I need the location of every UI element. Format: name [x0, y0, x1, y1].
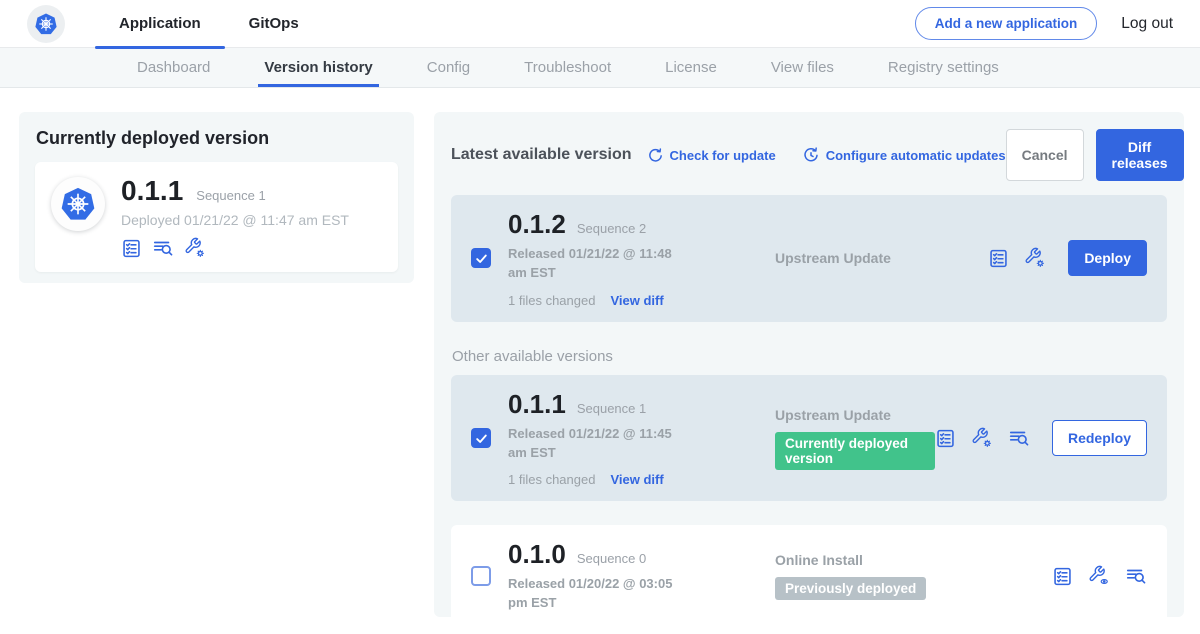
kubernetes-logo-icon: [27, 5, 65, 43]
version-checkbox[interactable]: [471, 566, 491, 586]
wrench-gear-icon[interactable]: [184, 237, 206, 259]
configure-auto-updates-link[interactable]: Configure automatic updates: [802, 146, 1006, 164]
subnav-item-troubleshoot[interactable]: Troubleshoot: [524, 48, 611, 87]
latest-available-title: Latest available version: [451, 146, 632, 164]
previously-deployed-badge: Previously deployed: [775, 577, 926, 600]
released-date: Released 01/21/22 @ 11:48 am EST: [508, 245, 686, 283]
logs-magnifier-icon[interactable]: [152, 237, 174, 259]
wrench-eye-icon[interactable]: [1088, 565, 1110, 587]
version-card-0-1-2: 0.1.2 Sequence 2 Released 01/21/22 @ 11:…: [451, 195, 1167, 322]
version-card-0-1-1: 0.1.1 Sequence 1 Released 01/21/22 @ 11:…: [451, 375, 1167, 502]
version-card-0-1-0: 0.1.0 Sequence 0 Released 01/20/22 @ 03:…: [451, 525, 1167, 627]
wrench-gear-icon[interactable]: [971, 427, 993, 449]
version-number: 0.1.0: [508, 539, 566, 570]
check-for-update-link[interactable]: Check for update: [647, 147, 776, 164]
app-icon: [51, 177, 105, 231]
version-source-label: Upstream Update: [775, 407, 935, 423]
deployed-date: Deployed 01/21/22 @ 11:47 am EST: [121, 212, 349, 228]
sequence-label: Sequence 1: [577, 401, 646, 416]
add-application-button[interactable]: Add a new application: [915, 7, 1098, 40]
subnav-item-registry-settings[interactable]: Registry settings: [888, 48, 999, 87]
logout-button[interactable]: Log out: [1121, 15, 1173, 33]
deployed-version-number: 0.1.1: [121, 175, 183, 207]
currently-deployed-badge: Currently deployed version: [775, 432, 935, 470]
files-changed-label: 1 files changed: [508, 293, 595, 308]
refresh-icon: [647, 147, 664, 164]
logs-magnifier-icon[interactable]: [1008, 427, 1030, 449]
checklist-icon[interactable]: [1052, 566, 1073, 587]
subnav-item-license[interactable]: License: [665, 48, 717, 87]
diff-releases-button[interactable]: Diff releases: [1096, 129, 1184, 181]
released-date: Released 01/20/22 @ 03:05 pm EST: [508, 575, 686, 613]
subnav-item-version-history[interactable]: Version history: [264, 48, 372, 87]
currently-deployed-panel: Currently deployed version 0: [19, 112, 414, 283]
deployed-version-card: 0.1.1 Sequence 1 Deployed 01/21/22 @ 11:…: [35, 162, 398, 272]
tab-gitops[interactable]: GitOps: [225, 0, 323, 48]
version-source-label: Upstream Update: [775, 250, 988, 266]
logs-magnifier-icon[interactable]: [1125, 565, 1147, 587]
version-checkbox[interactable]: [471, 428, 491, 448]
available-versions-panel: Latest available version Check for updat…: [434, 112, 1184, 617]
clock-refresh-icon: [802, 146, 820, 164]
checklist-icon[interactable]: [935, 428, 956, 449]
sequence-label: Sequence 2: [577, 221, 646, 236]
version-number: 0.1.2: [508, 209, 566, 240]
deploy-button[interactable]: Deploy: [1068, 240, 1147, 276]
deployed-sequence-label: Sequence 1: [196, 188, 265, 203]
tab-application[interactable]: Application: [95, 0, 225, 48]
sequence-label: Sequence 0: [577, 551, 646, 566]
view-diff-link[interactable]: View diff: [610, 293, 663, 308]
redeploy-button[interactable]: Redeploy: [1052, 420, 1147, 456]
view-diff-link[interactable]: View diff: [610, 472, 663, 487]
subnav-item-view-files[interactable]: View files: [771, 48, 834, 87]
wrench-gear-icon[interactable]: [1024, 247, 1046, 269]
version-checkbox[interactable]: [471, 248, 491, 268]
subnav-item-config[interactable]: Config: [427, 48, 470, 87]
files-changed-label: 1 files changed: [508, 472, 595, 487]
other-versions-title: Other available versions: [452, 348, 1167, 365]
released-date: Released 01/21/22 @ 11:45 am EST: [508, 425, 686, 463]
subnav-item-dashboard[interactable]: Dashboard: [137, 48, 210, 87]
checklist-icon[interactable]: [121, 238, 142, 259]
version-number: 0.1.1: [508, 389, 566, 420]
currently-deployed-title: Currently deployed version: [36, 128, 398, 149]
app-subnav: Dashboard Version history Config Trouble…: [0, 48, 1200, 88]
cancel-button[interactable]: Cancel: [1006, 129, 1084, 181]
top-navbar: Application GitOps Add a new application…: [0, 0, 1200, 48]
version-source-label: Online Install: [775, 552, 1052, 568]
checklist-icon[interactable]: [988, 248, 1009, 269]
